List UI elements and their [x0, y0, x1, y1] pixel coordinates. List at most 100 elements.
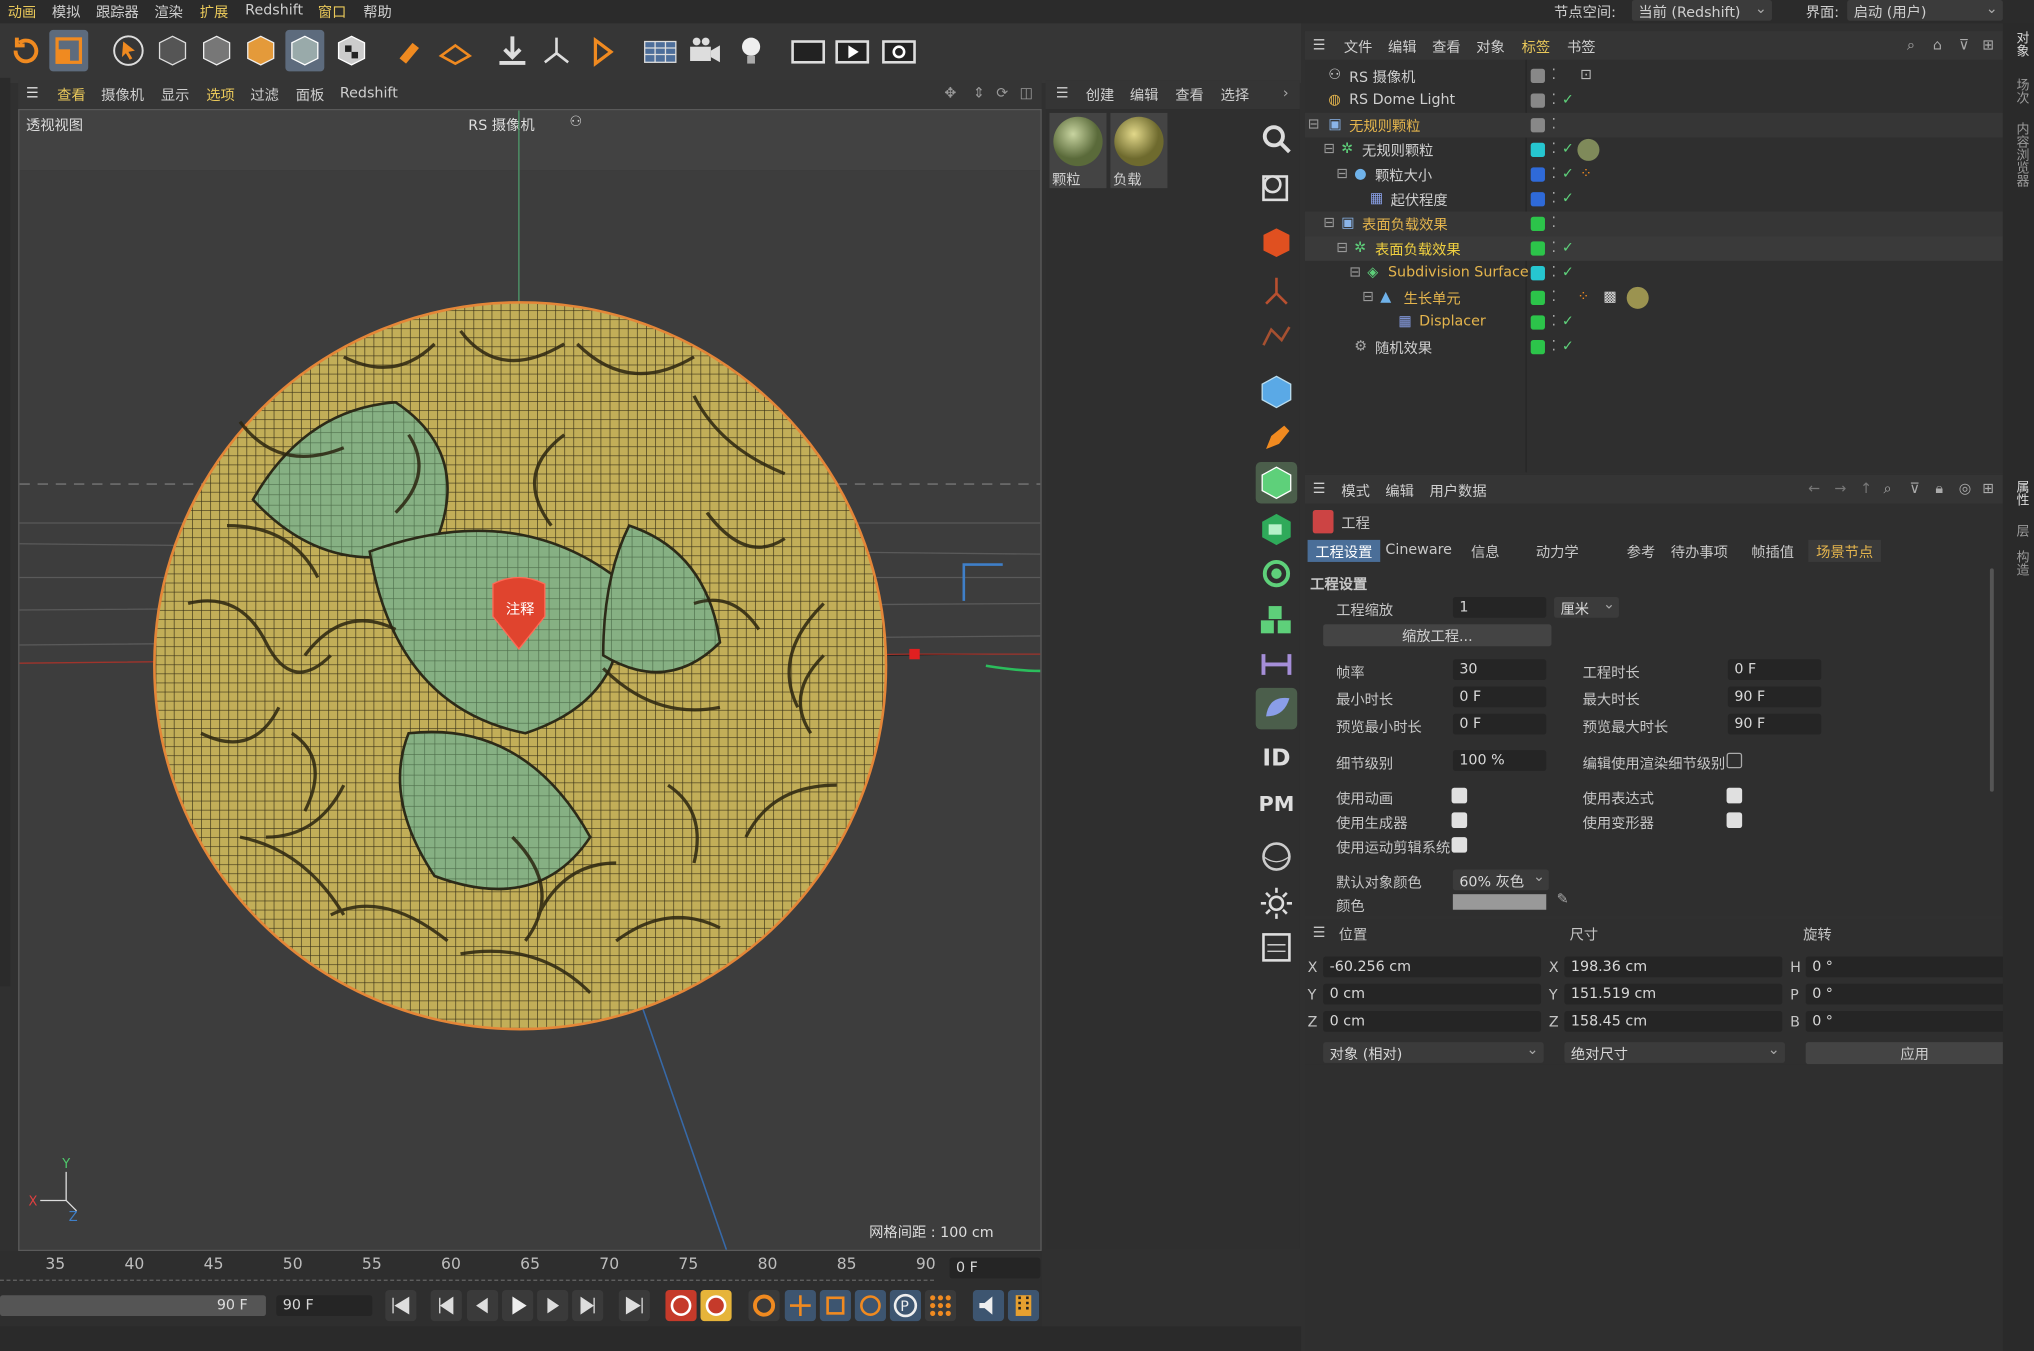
use-generators-checkbox[interactable]	[1451, 812, 1468, 828]
max-time-field[interactable]: 90 F	[1727, 686, 1822, 708]
drop-to-floor-icon[interactable]	[493, 30, 532, 72]
frame-range-slider[interactable]: 90 F	[0, 1295, 266, 1316]
project-length-field[interactable]: 0 F	[1727, 659, 1822, 681]
visibility-dots[interactable]: ⁚	[1551, 288, 1556, 305]
scale-tool-icon[interactable]	[49, 29, 89, 72]
visibility-dots[interactable]: ⁚	[1551, 116, 1556, 133]
object-row[interactable]: ⊟ ▣ 表面负载效果 ⁚	[1304, 211, 2003, 237]
collapse-icon[interactable]: ⊟	[1336, 165, 1348, 182]
apply-button[interactable]: 应用	[1805, 1042, 2024, 1065]
layer-swatch[interactable]	[1530, 340, 1545, 355]
check-icon[interactable]: ✓	[1562, 140, 1574, 157]
use-expressions-checkbox[interactable]	[1726, 787, 1743, 804]
layer-swatch[interactable]	[1530, 68, 1545, 84]
rotation-b-field[interactable]: 0 °	[1805, 1010, 2024, 1032]
subdivision-icon[interactable]	[1255, 462, 1298, 504]
filter-icon[interactable]: ⊽	[1959, 36, 1969, 53]
checker-tag-icon[interactable]: ▩	[1603, 288, 1616, 305]
side-tab-content-browser[interactable]: 内容浏览器	[2011, 122, 2030, 187]
viewport-menu-view[interactable]: 查看	[57, 84, 86, 105]
lod-field[interactable]: 100 %	[1452, 750, 1547, 771]
min-time-field[interactable]: 0 F	[1452, 686, 1547, 708]
camera-icon[interactable]	[685, 30, 724, 72]
key-point-level-icon[interactable]	[924, 1290, 957, 1322]
tab-frame-interpolation[interactable]: 帧插值	[1743, 540, 1801, 562]
axis-handle[interactable]	[909, 648, 920, 660]
size-x-field[interactable]: 198.36 cm	[1564, 956, 1783, 978]
visibility-dots[interactable]: ⁚	[1551, 189, 1556, 206]
layer-swatch[interactable]	[1530, 315, 1545, 330]
menu-animate[interactable]: 动画	[8, 1, 37, 22]
end-frame-field[interactable]: 90 F	[276, 1295, 373, 1316]
visibility-dots[interactable]: ⁚	[1551, 66, 1556, 83]
object-row[interactable]: ⊟ ◈ Subdivision Surface ⁚ ✓	[1305, 261, 2003, 286]
magnify-icon[interactable]	[1256, 119, 1298, 161]
render-settings-icon[interactable]	[880, 30, 919, 72]
default-color-dropdown[interactable]: 60% 灰色 ⌄	[1452, 868, 1549, 891]
visibility-dots[interactable]: ⁚	[1551, 263, 1556, 280]
play-icon[interactable]	[502, 1290, 534, 1322]
check-icon[interactable]: ✓	[1562, 91, 1574, 108]
use-motion-checkbox[interactable]	[1451, 837, 1468, 853]
auto-key-icon[interactable]	[700, 1290, 732, 1322]
viewport-menu-display[interactable]: 显示	[161, 84, 190, 105]
size-mode-dropdown[interactable]: 绝对尺寸 ⌄	[1564, 1041, 1785, 1063]
object-row[interactable]: ▦ 起伏程度 ⁚ ✓	[1305, 187, 2003, 212]
position-x-field[interactable]: -60.256 cm	[1323, 956, 1542, 978]
texture-mode-icon[interactable]	[332, 30, 371, 72]
render-region-icon[interactable]	[789, 30, 828, 72]
up-arrow-icon[interactable]: ↑	[1860, 480, 1872, 497]
collapse-icon[interactable]: ⊟	[1323, 214, 1335, 231]
check-icon[interactable]: ✓	[1562, 165, 1574, 182]
check-icon[interactable]: ✓	[1562, 189, 1574, 206]
record-icon[interactable]	[665, 1290, 697, 1322]
color-swatch[interactable]	[1452, 894, 1547, 910]
toggle-view-icon[interactable]: ◫	[1020, 84, 1033, 101]
object-row[interactable]: ◍ RS Dome Light ⁚ ✓	[1305, 88, 2003, 113]
collapse-icon[interactable]: ⊟	[1349, 263, 1361, 280]
menu-redshift[interactable]: Redshift	[245, 1, 303, 18]
id-icon[interactable]: ID	[1256, 745, 1298, 787]
use-animation-checkbox[interactable]	[1451, 787, 1468, 804]
hamburger-icon[interactable]: ☰	[1313, 480, 1326, 497]
viewport-menu-filter[interactable]: 过滤	[250, 84, 279, 105]
search-icon[interactable]: ⌕	[1884, 480, 1892, 498]
rotation-p-field[interactable]: 0 °	[1805, 983, 2024, 1005]
layer-swatch[interactable]	[1530, 192, 1545, 207]
prev-frame-icon[interactable]	[466, 1290, 499, 1322]
position-y-field[interactable]: 0 cm	[1323, 983, 1542, 1005]
menu-window[interactable]: 窗口	[318, 1, 347, 22]
layout-dropdown[interactable]: 启动 (用户) ⌄	[1847, 0, 2003, 21]
menu-extensions[interactable]: 扩展	[200, 1, 229, 22]
viewport-menu-redshift[interactable]: Redshift	[340, 84, 398, 101]
object-row-selected[interactable]: ⊟ ✲ 表面负载效果 ⁚ ✓	[1304, 236, 2003, 261]
back-arrow-icon[interactable]: ←	[1808, 480, 1820, 497]
eyedropper-icon[interactable]: ✎	[1557, 890, 1569, 907]
next-frame-icon[interactable]	[537, 1290, 569, 1322]
om-menu-view[interactable]: 查看	[1432, 36, 1461, 57]
material-menu-view[interactable]: 查看	[1175, 84, 1204, 105]
attr-menu-userdata[interactable]: 用户数据	[1430, 480, 1487, 501]
home-icon[interactable]: ⌂	[1933, 36, 1942, 53]
material-swatch[interactable]: 颗粒	[1049, 112, 1107, 189]
material-menu-edit[interactable]: 编辑	[1130, 84, 1159, 105]
chevron-right-icon[interactable]: ›	[1283, 84, 1289, 101]
object-row[interactable]: ▦ Displacer ⁚ ✓	[1305, 310, 2003, 335]
layer-swatch[interactable]	[1530, 216, 1545, 232]
visibility-dots[interactable]: ⁚	[1551, 91, 1556, 108]
node-space-dropdown[interactable]: 当前 (Redshift) ⌄	[1631, 0, 1772, 21]
particle-sphere[interactable]: 注释	[153, 301, 888, 1031]
live-selection-icon[interactable]	[1256, 166, 1298, 208]
rotation-h-field[interactable]: 0 °	[1805, 956, 2024, 978]
fps-field[interactable]: 30	[1452, 659, 1547, 681]
collapse-icon[interactable]: ⊟	[1362, 288, 1374, 305]
visibility-dots[interactable]: ⁚	[1551, 313, 1556, 330]
material-tag-icon[interactable]	[1626, 286, 1649, 309]
sound-icon[interactable]	[972, 1290, 1005, 1322]
material-swatch[interactable]: 负载	[1110, 112, 1168, 189]
material-menu-create[interactable]: 创建	[1086, 84, 1115, 105]
attr-menu-edit[interactable]: 编辑	[1385, 480, 1414, 501]
attribute-scrollbar[interactable]	[1989, 568, 1994, 792]
key-scale-icon[interactable]	[819, 1290, 851, 1322]
project-scale-unit-dropdown[interactable]: 厘米 ⌄	[1554, 596, 1619, 618]
